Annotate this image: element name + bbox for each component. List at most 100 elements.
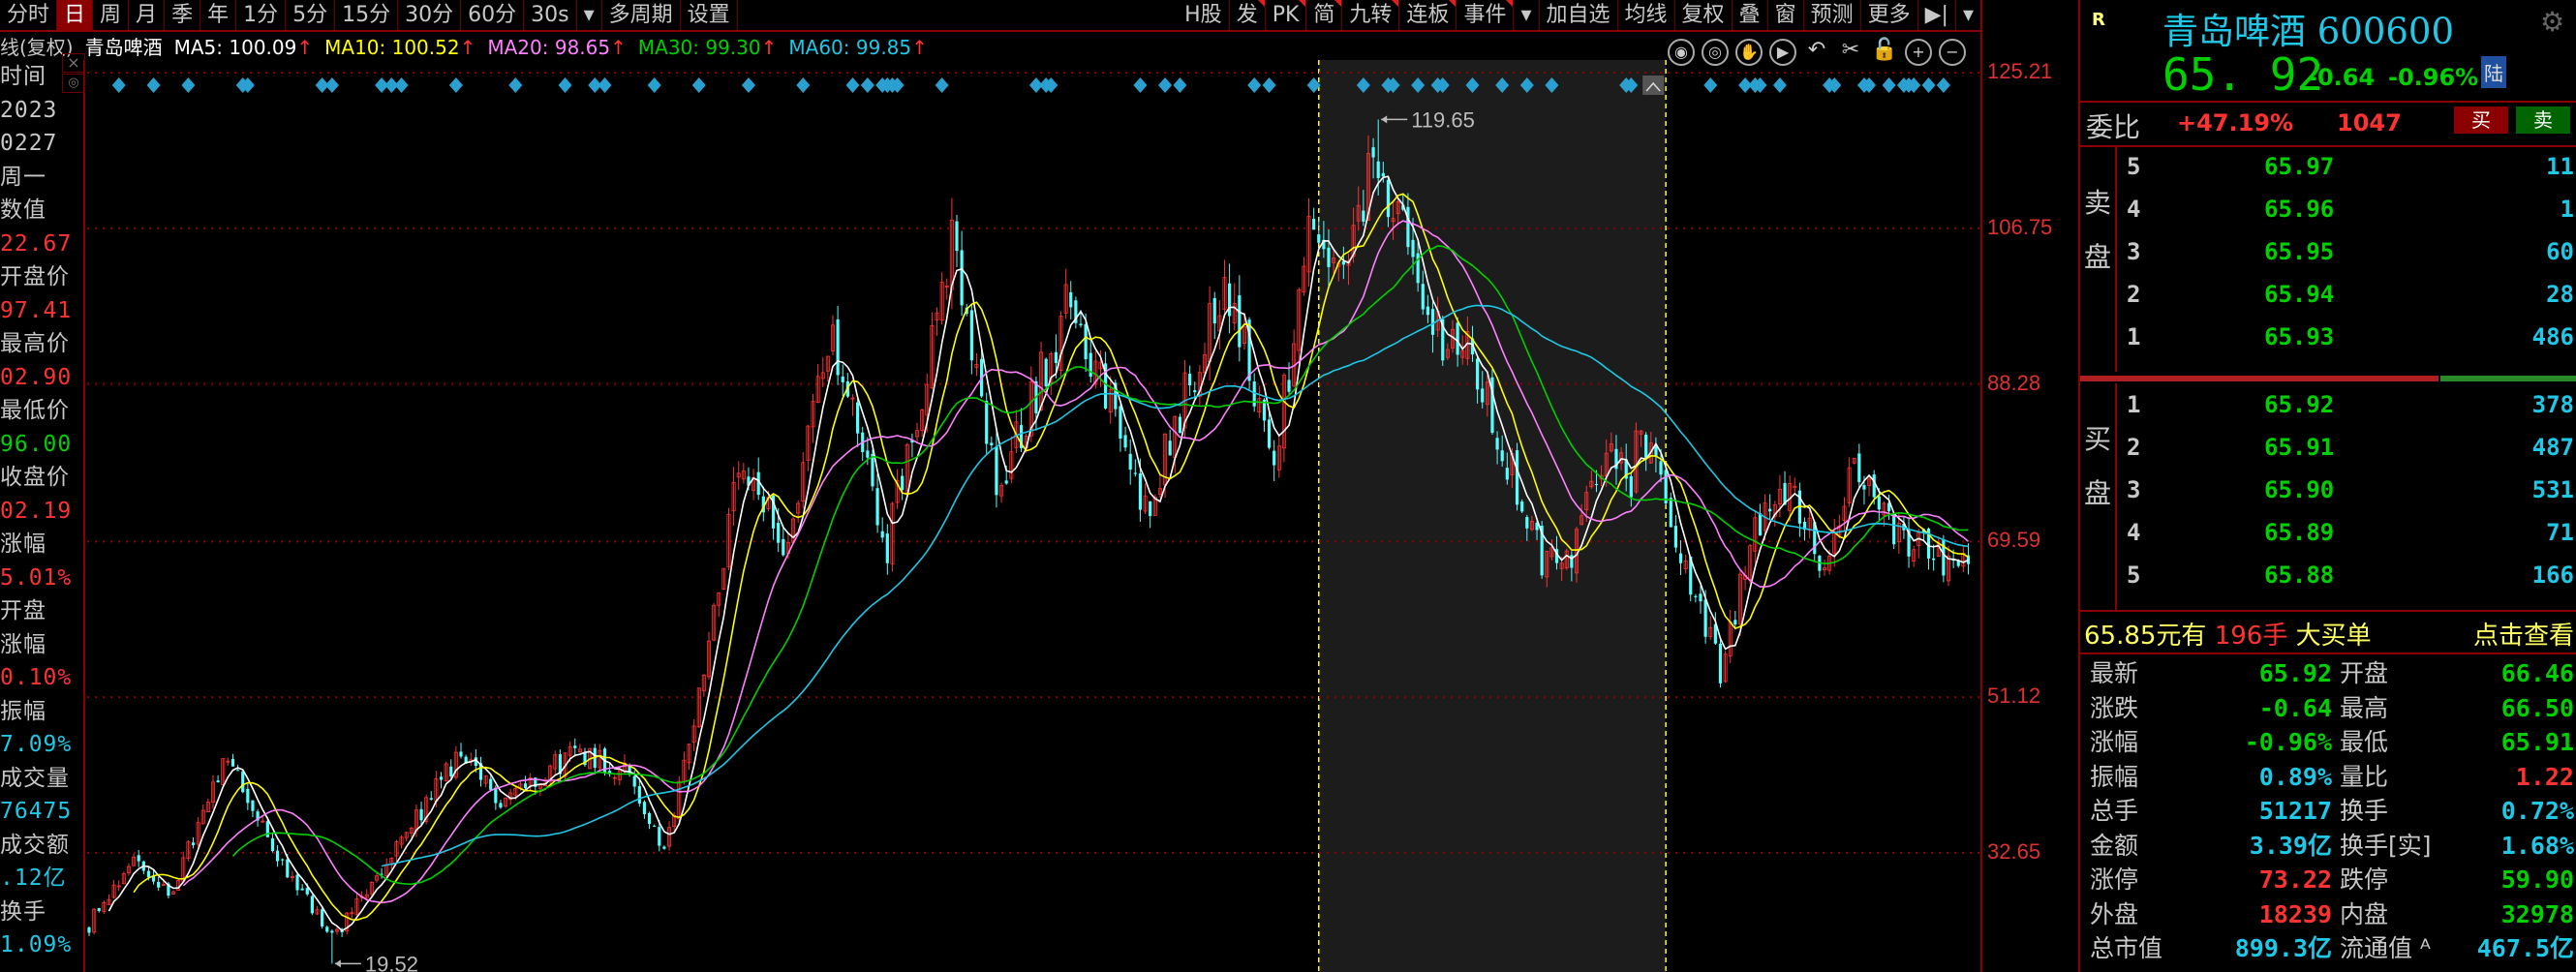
candle-down bbox=[841, 376, 844, 382]
candle-down bbox=[1273, 450, 1276, 466]
eye-icon[interactable]: ◉ bbox=[1668, 39, 1695, 66]
candle-down bbox=[1932, 558, 1936, 561]
candle-down bbox=[1084, 323, 1088, 360]
level: 2 bbox=[2127, 281, 2141, 308]
stat-value: 467.5亿 bbox=[2476, 934, 2574, 962]
candle-down bbox=[632, 775, 636, 787]
candle-down bbox=[241, 771, 245, 793]
crosshair-info-panel: 时间 2023 0227 周一 数值 22.67 开盘价 97.41 最高价 02.90 最低价 96… bbox=[0, 60, 85, 972]
y-tick-label: 106.75 bbox=[1987, 214, 2053, 239]
stat-cell: 内盘 32978 bbox=[2340, 899, 2574, 930]
stat-cell: 涨跌 -0.64 bbox=[2090, 693, 2332, 724]
stat-label: 振幅 bbox=[2090, 762, 2139, 791]
stat-value: 1.68% bbox=[2500, 831, 2574, 860]
candle-down bbox=[321, 909, 324, 926]
candle-down bbox=[1079, 323, 1083, 326]
candle-down bbox=[960, 250, 964, 306]
level: 2 bbox=[2127, 434, 2141, 461]
close-selection-button[interactable] bbox=[1642, 76, 1665, 95]
stat-value: -0.96% bbox=[2244, 728, 2332, 756]
big-order-notice[interactable]: 65.85元有 196手 大买单 点击查看 bbox=[2084, 616, 2574, 652]
info-row: 成交量 bbox=[0, 765, 70, 791]
candle-down bbox=[836, 319, 840, 376]
stat-value: 32978 bbox=[2500, 899, 2574, 928]
candle-down bbox=[1629, 475, 1633, 498]
info-row: 数值 bbox=[0, 197, 46, 223]
info-row: 开盘价 bbox=[0, 264, 70, 289]
candle-down bbox=[901, 475, 905, 491]
lock-icon[interactable]: 🔓 bbox=[1871, 39, 1898, 66]
undo-icon[interactable]: ↶ bbox=[1803, 39, 1830, 66]
info-row: .12亿 bbox=[0, 866, 67, 891]
ask-qty: 60 bbox=[2546, 238, 2574, 265]
stat-cell: 最新 65.92 bbox=[2090, 658, 2332, 689]
ask-qty: 28 bbox=[2546, 281, 2574, 308]
candle-down bbox=[642, 802, 647, 814]
info-row: 97.41 bbox=[0, 297, 73, 323]
candle-down bbox=[1500, 450, 1504, 462]
selection-highlight bbox=[1318, 60, 1667, 972]
target-icon[interactable]: ◎ bbox=[1702, 39, 1729, 66]
candle-down bbox=[310, 896, 314, 914]
stat-value: 899.3亿 bbox=[2234, 934, 2332, 962]
stat-label: 量比 bbox=[2340, 762, 2389, 791]
stat-value: 65.92 bbox=[2258, 659, 2332, 687]
stat-value: 51217 bbox=[2258, 797, 2332, 825]
scissors-icon[interactable]: ✂ bbox=[1837, 39, 1864, 66]
candle-down bbox=[1515, 450, 1519, 505]
play-icon[interactable]: ▶ bbox=[1769, 39, 1796, 66]
signal-diamond bbox=[845, 77, 860, 93]
stat-cell: 跌停 59.90 bbox=[2340, 865, 2574, 896]
info-row: 换手 bbox=[0, 898, 46, 925]
candle-down bbox=[1371, 147, 1375, 158]
ask-row: 3 65.95 60 bbox=[2119, 238, 2574, 275]
signal-diamond bbox=[1247, 77, 1262, 93]
candle-down bbox=[1664, 470, 1668, 504]
candle-down bbox=[146, 870, 151, 878]
big-order-price: 65.85元有 bbox=[2084, 622, 2207, 651]
candle-down bbox=[637, 786, 641, 804]
stat-label: 最低 bbox=[2340, 728, 2389, 756]
sell-button[interactable]: 卖 bbox=[2516, 106, 2570, 134]
eye-icon[interactable]: ◎ bbox=[62, 74, 85, 93]
y-tick-label: 88.28 bbox=[1987, 370, 2041, 395]
candle-down bbox=[137, 855, 140, 862]
view-details-link[interactable]: 点击查看 bbox=[2473, 616, 2574, 652]
hand-icon[interactable]: ✋ bbox=[1735, 39, 1763, 66]
stat-cell: 换手 0.72% bbox=[2340, 796, 2574, 827]
stat-label: 跌停 bbox=[2340, 866, 2389, 894]
stat-label: 涨停 bbox=[2090, 866, 2139, 894]
zoom-in-icon[interactable]: + bbox=[1905, 39, 1932, 66]
candle-down bbox=[1287, 380, 1291, 392]
candle-down bbox=[1178, 416, 1181, 434]
ask-row: 4 65.96 1 bbox=[2119, 196, 2574, 232]
candle-down bbox=[1421, 284, 1425, 310]
kline-chart[interactable]: 119.65 19.52 bbox=[0, 0, 1981, 972]
candle-down bbox=[1119, 406, 1122, 440]
close-icon[interactable]: × bbox=[62, 53, 85, 73]
candle-down bbox=[995, 446, 998, 496]
level: 3 bbox=[2127, 238, 2141, 265]
candle-down bbox=[1317, 234, 1321, 243]
price-change-pct: -0.96% bbox=[2388, 64, 2479, 91]
candle-down bbox=[1044, 358, 1048, 387]
gear-icon[interactable]: ⚙ bbox=[2540, 6, 2564, 38]
candle-down bbox=[330, 930, 334, 933]
bid-price: 65.89 bbox=[2264, 519, 2335, 546]
stat-cell: 换手[实] 1.68% bbox=[2340, 831, 2574, 862]
candle-down bbox=[1267, 419, 1272, 448]
candle-down bbox=[459, 751, 463, 757]
stat-label: 总市值 bbox=[2090, 934, 2163, 962]
candle-down bbox=[1312, 219, 1316, 230]
stat-label: 外盘 bbox=[2090, 899, 2139, 928]
stat-cell: 量比 1.22 bbox=[2340, 762, 2574, 793]
level: 5 bbox=[2127, 153, 2141, 180]
bid-qty: 531 bbox=[2531, 476, 2574, 503]
buy-side-label: 买盘 bbox=[2080, 383, 2117, 610]
divider bbox=[2080, 610, 2576, 612]
big-order-label: 大买单 bbox=[2295, 622, 2372, 651]
stat-value: 0.72% bbox=[2500, 797, 2574, 825]
zoom-out-icon[interactable]: − bbox=[1939, 39, 1966, 66]
buy-button[interactable]: 买 bbox=[2454, 106, 2508, 134]
candle-down bbox=[1678, 553, 1683, 563]
